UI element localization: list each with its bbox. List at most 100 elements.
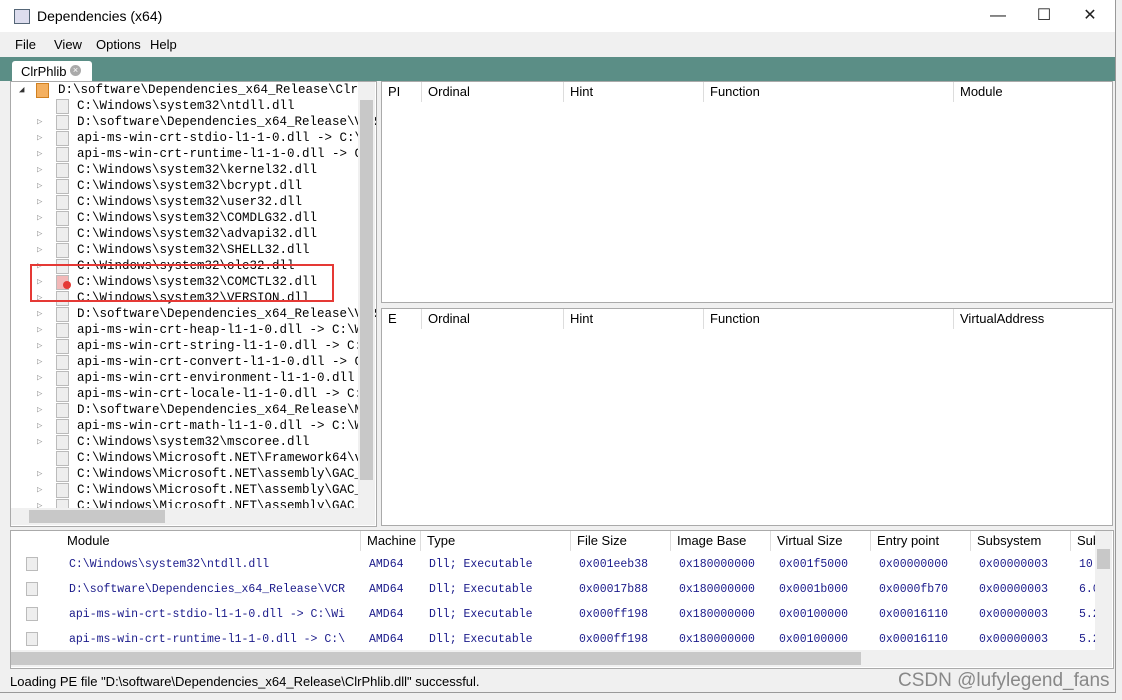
column-header[interactable]: Hint <box>564 82 704 102</box>
tree-item-label: C:\Windows\system32\ntdll.dll <box>77 99 295 113</box>
column-header[interactable]: VirtualAddress <box>954 309 1112 329</box>
exports-table[interactable]: E Ordinal Hint Function VirtualAddress <box>381 308 1113 526</box>
column-header[interactable]: Hint <box>564 309 704 329</box>
module-cell: AMD64 <box>369 633 404 646</box>
module-icon <box>56 147 69 162</box>
module-icon <box>56 99 69 114</box>
app-window: Dependencies (x64) — ☐ ✕ File View Optio… <box>0 0 1116 693</box>
module-row[interactable]: api-ms-win-crt-stdio-l1-1-0.dll -> C:\Wi… <box>11 605 1100 625</box>
module-cell: 0x001f5000 <box>779 558 849 571</box>
minimize-button[interactable]: — <box>975 0 1021 32</box>
expand-icon[interactable]: ▷ <box>37 162 42 178</box>
menu-bar: File View Options Help <box>0 32 1115 56</box>
column-header[interactable]: E <box>382 309 422 329</box>
maximize-button[interactable]: ☐ <box>1021 0 1067 32</box>
expand-icon[interactable]: ▷ <box>37 354 42 370</box>
expand-icon[interactable]: ▷ <box>37 418 42 434</box>
expand-icon[interactable]: ▷ <box>37 178 42 194</box>
watermark: CSDN @lufylegend_fans <box>898 670 1110 691</box>
module-icon <box>56 131 69 146</box>
tab-clrphlib[interactable]: ClrPhlib × <box>12 61 92 81</box>
module-icon <box>26 632 38 646</box>
menu-options[interactable]: Options <box>96 37 141 52</box>
window-title: Dependencies (x64) <box>37 8 163 24</box>
expand-icon[interactable]: ▷ <box>37 482 42 498</box>
expand-icon[interactable]: ▷ <box>37 146 42 162</box>
tab-strip <box>0 57 1115 81</box>
module-cell: AMD64 <box>369 558 404 571</box>
module-row[interactable]: api-ms-win-crt-runtime-l1-1-0.dll -> C:\… <box>11 630 1100 650</box>
modules-horizontal-scrollbar[interactable] <box>11 650 1112 667</box>
tree-item-label: D:\software\Dependencies_x64_Release\VCR <box>77 307 377 321</box>
column-header[interactable]: Module <box>954 82 1112 102</box>
module-cell: 0x0001b000 <box>779 583 849 596</box>
menu-view[interactable]: View <box>54 37 82 52</box>
tree-item-label: api-ms-win-crt-string-l1-1-0.dll -> C:\ <box>77 339 370 353</box>
column-header[interactable]: Type <box>421 531 571 551</box>
module-cell: 0x180000000 <box>679 633 755 646</box>
module-cell: Dll; Executable <box>429 558 533 571</box>
column-header[interactable]: Virtual Size <box>771 531 871 551</box>
collapse-icon[interactable]: ◢ <box>19 82 24 98</box>
expand-icon[interactable]: ▷ <box>37 338 42 354</box>
tree-item-label: api-ms-win-crt-runtime-l1-1-0.dll -> C: <box>77 147 370 161</box>
expand-icon[interactable]: ▷ <box>37 386 42 402</box>
tree-item-label: C:\Windows\Microsoft.NET\assembly\GAC_M <box>77 483 370 497</box>
expand-icon[interactable]: ▷ <box>37 466 42 482</box>
module-icon <box>56 467 69 482</box>
column-header[interactable]: Ordinal <box>422 309 564 329</box>
expand-icon[interactable]: ▷ <box>37 242 42 258</box>
module-cell: api-ms-win-crt-stdio-l1-1-0.dll -> C:\Wi <box>69 608 346 621</box>
modules-vertical-scrollbar[interactable] <box>1095 531 1112 650</box>
module-icon <box>26 607 38 621</box>
tree-item-label: api-ms-win-crt-stdio-l1-1-0.dll -> C:\W <box>77 131 370 145</box>
column-header[interactable]: Ordinal <box>422 82 564 102</box>
imports-table[interactable]: PI Ordinal Hint Function Module <box>381 81 1113 303</box>
expand-icon[interactable]: ▷ <box>37 226 42 242</box>
column-header[interactable]: PI <box>382 82 422 102</box>
module-row[interactable]: D:\software\Dependencies_x64_Release\VCR… <box>11 580 1100 600</box>
expand-icon[interactable]: ▷ <box>37 194 42 210</box>
close-button[interactable]: ✕ <box>1067 0 1113 32</box>
module-row[interactable]: C:\Windows\system32\ntdll.dll AMD64 Dll; E… <box>11 555 1100 575</box>
tree-item-label: C:\Windows\Microsoft.NET\Framework64\v4 <box>77 451 370 465</box>
column-header[interactable]: Subsystem <box>971 531 1071 551</box>
menu-help[interactable]: Help <box>150 37 177 52</box>
expand-icon[interactable]: ▷ <box>37 114 42 130</box>
module-icon <box>56 195 69 210</box>
column-header[interactable]: Function <box>704 82 954 102</box>
module-cell: 0x001eeb38 <box>579 558 649 571</box>
expand-icon[interactable]: ▷ <box>37 322 42 338</box>
menu-file[interactable]: File <box>15 37 36 52</box>
tree-item-label: D:\software\Dependencies_x64_Release\MS <box>77 403 370 417</box>
module-cell: C:\Windows\system32\ntdll.dll <box>69 558 270 571</box>
tree-horizontal-scrollbar[interactable] <box>11 508 375 525</box>
expand-icon[interactable]: ▷ <box>37 210 42 226</box>
tree-item-label: C:\Windows\system32\kernel32.dll <box>77 163 318 177</box>
column-header[interactable]: Module <box>61 531 361 551</box>
module-tree[interactable]: ◢ D:\software\Dependencies_x64_Release\C… <box>10 81 377 527</box>
module-cell: 0x0000fb70 <box>879 583 949 596</box>
column-header[interactable]: Entry point <box>871 531 971 551</box>
modules-list[interactable]: Module Machine Type File Size Image Base Virt… <box>10 530 1114 669</box>
module-cell: AMD64 <box>369 583 404 596</box>
expand-icon[interactable]: ▷ <box>37 370 42 386</box>
module-cell: D:\software\Dependencies_x64_Release\VCR <box>69 583 346 596</box>
tab-label: ClrPhlib <box>21 64 67 79</box>
module-cell: 0x180000000 <box>679 583 755 596</box>
column-header[interactable]: Function <box>704 309 954 329</box>
expand-icon[interactable]: ▷ <box>37 402 42 418</box>
tree-vertical-scrollbar[interactable] <box>358 82 375 508</box>
expand-icon[interactable]: ▷ <box>37 130 42 146</box>
expand-icon[interactable]: ▷ <box>37 306 42 322</box>
column-header[interactable]: Image Base <box>671 531 771 551</box>
module-icon <box>56 115 69 130</box>
app-icon <box>14 9 30 24</box>
column-header[interactable]: File Size <box>571 531 671 551</box>
close-tab-icon[interactable]: × <box>70 65 81 76</box>
expand-icon[interactable]: ▷ <box>37 434 42 450</box>
module-icon <box>56 419 69 434</box>
tree-item-label: D:\software\Dependencies_x64_Release\Clr… <box>58 83 374 97</box>
title-bar: Dependencies (x64) — ☐ ✕ <box>0 0 1115 32</box>
column-header[interactable]: Machine <box>361 531 421 551</box>
